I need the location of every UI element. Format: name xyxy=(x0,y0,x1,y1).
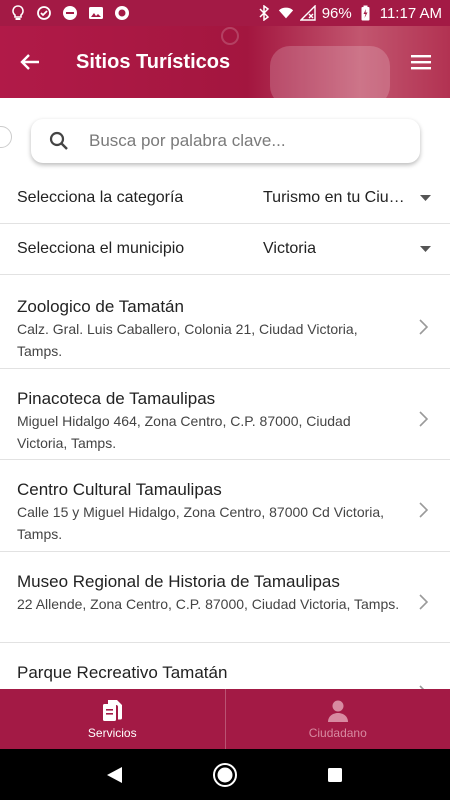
system-home-button[interactable] xyxy=(211,761,239,789)
chevron-right-icon xyxy=(419,593,428,610)
page-title: Sitios Turísticos xyxy=(76,50,231,73)
side-handle[interactable] xyxy=(0,126,12,148)
do-not-disturb-icon xyxy=(62,5,78,21)
no-signal-icon xyxy=(299,5,316,21)
bluetooth-icon xyxy=(256,5,272,21)
list-item[interactable]: Parque Recreativo Tamatán xyxy=(0,643,450,689)
place-name: Zoologico de Tamatán xyxy=(17,297,184,316)
recents-square-icon xyxy=(328,767,342,782)
chevron-right-icon xyxy=(419,502,428,518)
sync-icon xyxy=(36,5,52,21)
place-address: Calle 15 y Miguel Hidalgo, Zona Centro, … xyxy=(17,504,385,542)
battery-percent: 96% xyxy=(321,4,352,22)
nav-servicios[interactable]: Servicios xyxy=(0,689,225,749)
chevron-right-icon xyxy=(419,319,428,335)
list-item[interactable]: Pinacoteca de Tamaulipas Miguel Hidalgo … xyxy=(0,369,450,460)
places-list: Zoologico de Tamatán Calz. Gral. Luis Ca… xyxy=(0,277,450,689)
search-input[interactable] xyxy=(89,131,389,151)
documents-icon xyxy=(103,699,123,721)
place-name: Pinacoteca de Tamaulipas xyxy=(17,388,216,408)
list-item[interactable]: Zoologico de Tamatán Calz. Gral. Luis Ca… xyxy=(0,277,450,369)
category-value: Turismo en tu Ciudad xyxy=(263,189,411,206)
place-address: Miguel Hidalgo 464, Zona Centro, C.P. 87… xyxy=(17,412,351,451)
search-icon xyxy=(49,131,68,150)
status-bar: 96% 11:17 AM xyxy=(0,0,450,26)
image-icon xyxy=(88,5,104,21)
circle-status-icon xyxy=(114,5,130,21)
person-icon xyxy=(327,700,348,722)
system-back-button[interactable] xyxy=(101,761,129,789)
nav-ciudadano[interactable]: Ciudadano xyxy=(224,689,450,749)
search-bar[interactable] xyxy=(31,119,420,163)
place-address: 22 Allende, Zona Centro, C.P. 87000, Ciu… xyxy=(17,595,400,612)
system-navigation-bar xyxy=(0,749,450,800)
lightbulb-icon xyxy=(10,5,26,21)
wifi-icon xyxy=(278,5,294,21)
category-label: Selecciona la categoría xyxy=(17,189,184,206)
system-recents-button[interactable] xyxy=(321,761,349,789)
list-item[interactable]: Museo Regional de Historia de Tamaulipas… xyxy=(0,552,450,643)
arrow-left-icon xyxy=(20,54,39,70)
nav-label: Ciudadano xyxy=(308,725,367,740)
clock: 11:17 AM xyxy=(379,4,442,22)
place-name: Museo Regional de Historia de Tamaulipas xyxy=(17,571,340,591)
municipality-selector[interactable]: Selecciona el municipio Victoria xyxy=(0,224,450,275)
place-name: Parque Recreativo Tamatán xyxy=(17,663,228,682)
municipality-label: Selecciona el municipio xyxy=(17,240,185,257)
chevron-right-icon xyxy=(419,410,428,427)
list-item[interactable]: Centro Cultural Tamaulipas Calle 15 y Mi… xyxy=(0,460,450,552)
dropdown-caret-icon xyxy=(419,192,431,204)
header-decoration xyxy=(221,27,390,98)
municipality-value: Victoria xyxy=(263,240,317,257)
app-bar: Sitios Turísticos xyxy=(0,26,450,98)
battery-charging-icon xyxy=(358,5,374,21)
dropdown-caret-icon xyxy=(419,243,431,255)
menu-button[interactable] xyxy=(406,47,436,77)
category-selector[interactable]: Selecciona la categoría Turismo en tu Ci… xyxy=(0,173,450,224)
back-button[interactable] xyxy=(16,48,44,76)
place-name: Centro Cultural Tamaulipas xyxy=(17,480,222,499)
triangle-back-icon xyxy=(107,766,122,783)
bottom-navigation: Servicios Ciudadano xyxy=(0,689,450,749)
nav-label: Servicios xyxy=(87,725,137,740)
status-system: 96% 11:17 AM xyxy=(256,5,442,22)
hamburger-menu-icon xyxy=(411,55,431,70)
search-area xyxy=(0,98,450,178)
home-circle-icon xyxy=(213,762,237,787)
status-notifications xyxy=(10,5,130,21)
place-address: Calz. Gral. Luis Caballero, Colonia 21, … xyxy=(17,321,358,359)
